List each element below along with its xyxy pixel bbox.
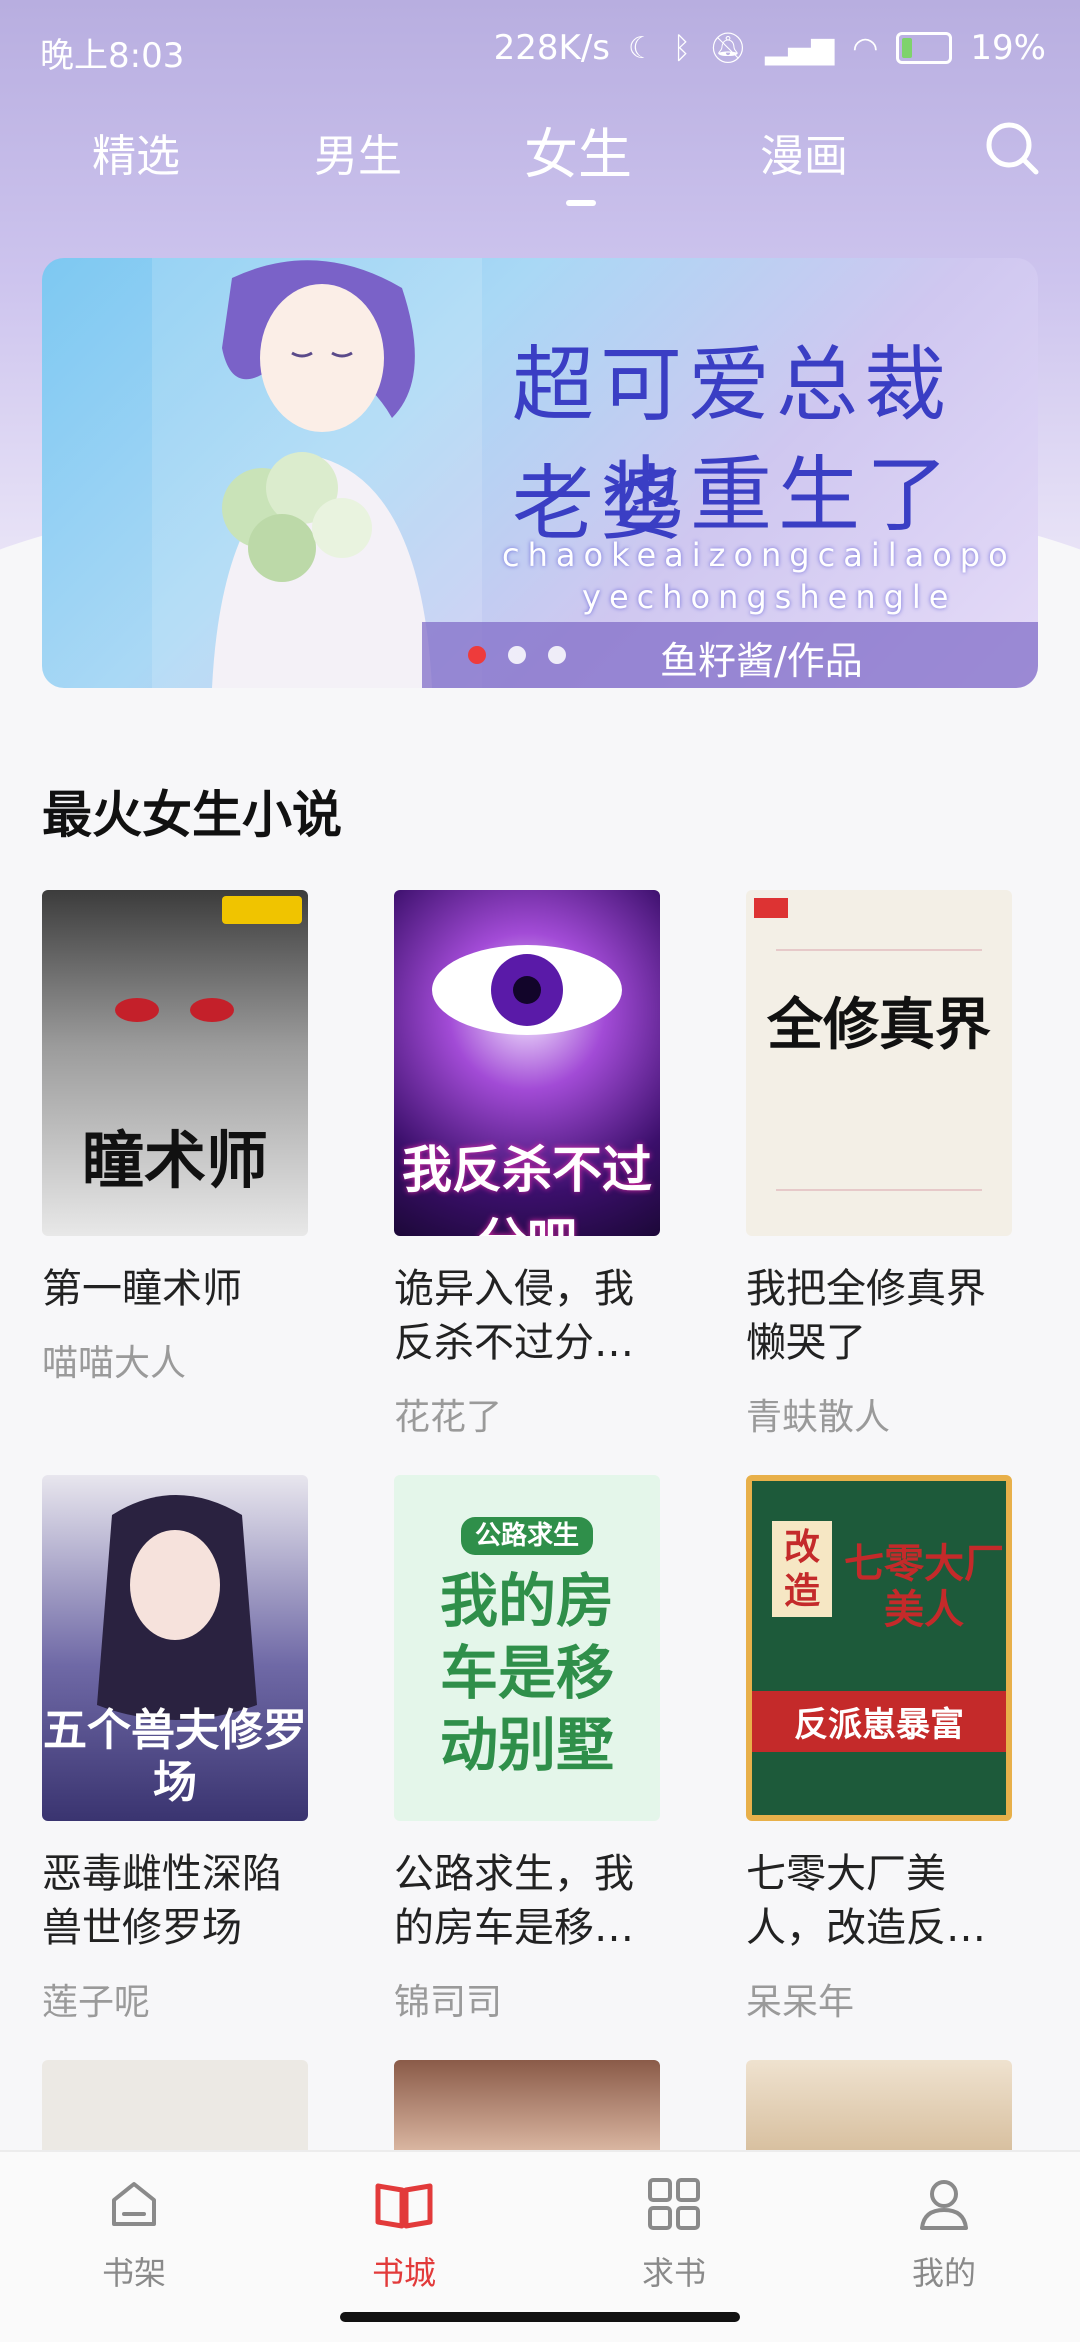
book-cover: 全修真界 [746,890,1012,1236]
nav-bookshelf[interactable]: 书架 [64,2172,204,2294]
nav-label: 书架 [101,2254,166,2292]
book-cover: 瞳术师 [42,890,308,1236]
cover-banner: 反派崽暴富 [752,1691,1006,1752]
book-card[interactable]: 五个兽夫修罗场 恶毒雌性深陷兽世修罗场 莲子呢 [42,1475,308,2025]
banner-pinyin-line2: yechongshengle [582,578,957,616]
net-speed: 228K/s [493,28,611,68]
search-icon[interactable] [982,118,1042,178]
nav-label: 书城 [371,2254,436,2292]
cover-title: 我反杀不过分吧 [402,1140,652,1236]
tab-comics[interactable]: 漫画 [760,120,848,184]
book-cover: 公路求生 我的房车是移动别墅 [394,1475,660,1821]
book-author: 喵喵大人 [42,1343,187,1384]
battery-icon [896,32,953,64]
book-cover-partial[interactable] [394,2060,660,2150]
book-title: 第一瞳术师 [42,1266,242,1312]
person-icon [920,2180,968,2230]
grid-icon [648,2178,700,2230]
book-cover-partial[interactable] [42,2060,308,2150]
book-title: 诡异入侵，我反杀不过分… [394,1266,634,1366]
book-card[interactable]: 改造 七零大厂美人 反派崽暴富 七零大厂美人，改造反… 呆呆年 [746,1475,1012,2025]
banner-dot[interactable] [508,646,526,664]
nav-request-book[interactable]: 求书 [604,2172,744,2294]
book-title: 公路求生，我的房车是移… [394,1851,634,1951]
status-icons: 228K/s ☾ ᛒ 🔕︎ ▂▄▆ ◠ 19% [494,28,1046,68]
bluetooth-icon: ᛒ [672,30,691,66]
book-card[interactable]: 我反杀不过分吧 诡异入侵，我反杀不过分… 花花了 [394,890,660,1440]
banner-dot-active[interactable] [468,646,486,664]
tab-featured[interactable]: 精选 [92,120,180,184]
book-cover: 改造 七零大厂美人 反派崽暴富 [746,1475,1012,1821]
book-author: 莲子呢 [42,1982,151,2023]
book-title: 我把全修真界懒哭了 [746,1266,986,1366]
banner-title-line2: 也重生了 [602,448,955,543]
signal-icon: ▂▄▆ [765,30,835,66]
nav-label: 我的 [911,2254,976,2292]
home-indicator[interactable] [340,2312,740,2322]
nav-label: 求书 [641,2254,706,2292]
book-cover: 五个兽夫修罗场 [42,1475,308,1821]
battery-level: 19% [970,28,1046,68]
bookshelf-icon [112,2182,156,2226]
book-title: 七零大厂美人，改造反… [746,1851,986,1951]
mute-icon: 🔕︎ [708,30,748,66]
book-card[interactable]: 全修真界 我把全修真界懒哭了 青蚨散人 [746,890,1012,1440]
cover-tag: 公路求生 [394,1515,660,1555]
category-tabs: 精选 男生 女生 漫画 [0,110,1080,220]
cover-title: 七零大厂美人 [844,1540,1004,1633]
section-title: 最火女生小说 [42,786,342,844]
book-cover-partial[interactable] [746,2060,1012,2150]
book-title: 恶毒雌性深陷兽世修罗场 [42,1851,282,1951]
moon-icon: ☾ [628,30,655,66]
cover-title: 全修真界 [767,992,991,1058]
tab-female[interactable]: 女生 [524,110,632,189]
book-author: 花花了 [394,1397,503,1438]
cover-title: 五个兽夫修罗场 [43,1705,307,1808]
book-author: 锦司司 [394,1982,503,2023]
banner-pagination [468,646,566,664]
cover-title: 瞳术师 [81,1124,268,1197]
book-author: 青蚨散人 [746,1397,891,1438]
book-cover: 我反杀不过分吧 [394,890,660,1236]
open-book-icon [375,2183,433,2229]
banner-dot[interactable] [548,646,566,664]
active-tab-indicator [566,200,596,206]
cover-title: 我的房车是移动别墅 [439,1567,614,1779]
status-bar: 晚上8:03 228K/s ☾ ᛒ 🔕︎ ▂▄▆ ◠ 19% [0,0,1080,96]
book-author: 呆呆年 [746,1982,855,2023]
status-time: 晚上8:03 [40,36,185,76]
nav-profile[interactable]: 我的 [874,2172,1014,2294]
book-card[interactable]: 瞳术师 第一瞳术师 喵喵大人 [42,890,308,1386]
nav-bookstore[interactable]: 书城 [334,2172,474,2294]
banner-author: 鱼籽酱/作品 [660,639,863,683]
promo-banner[interactable]: 超可爱总裁老婆 也重生了 chaokeaizongcailaopo yechon… [42,258,1038,688]
cover-tag: 改造 [772,1521,832,1617]
banner-pinyin-line1: chaokeaizongcailaopo [502,536,1016,574]
book-card[interactable]: 公路求生 我的房车是移动别墅 公路求生，我的房车是移… 锦司司 [394,1475,660,2025]
cover-art [754,898,982,1191]
wifi-icon: ◠ [852,30,879,66]
tab-male[interactable]: 男生 [314,120,402,184]
